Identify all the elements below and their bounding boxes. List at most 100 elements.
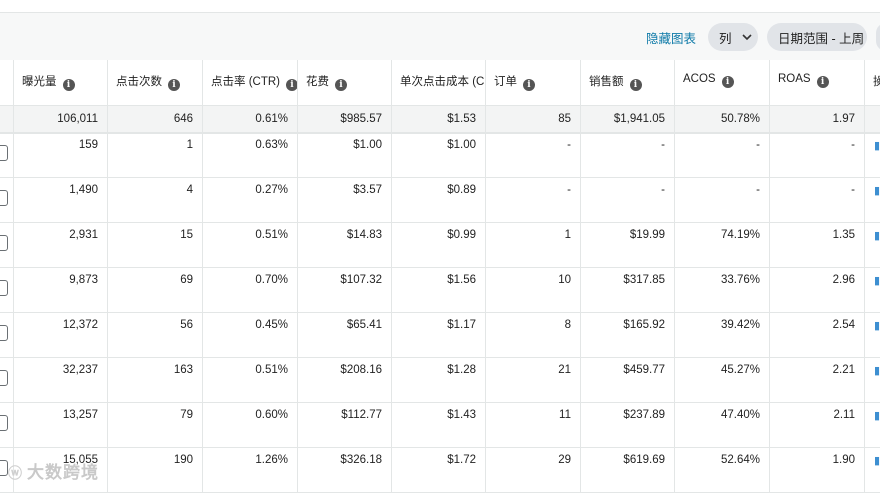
table-row: 9,873 69 0.70% $107.32 $1.56 10 $317.85 33.76% 2… [0,268,880,313]
table-cell: 0.27% [203,178,298,223]
table-cell: 4 [108,178,203,223]
table-cell: 2.96 [770,268,865,313]
table-row: 2,931 15 0.51% $14.83 $0.99 1 $19.99 74.19% 1.35… [0,223,880,268]
column-header-label: 点击率 (CTR) [211,76,280,88]
table-cell: 15 [108,223,203,268]
date-range-label: 日期范围 - 上周 [778,31,865,46]
table-cell: 21 [486,358,581,403]
column-header[interactable]: 点击次数 i [108,60,203,106]
table-cell: $19.99 [581,223,675,268]
table-cell: - [675,178,770,223]
column-header[interactable]: 曝光量 i [14,60,108,106]
bar-chart-icon[interactable]: ▮ [874,364,880,377]
column-header-label: 点击次数 [116,76,162,88]
info-circle-icon[interactable]: i [335,79,347,91]
table-cell: $3.57 [298,178,392,223]
bar-chart-icon[interactable]: ▮ [874,229,880,242]
table-cell: 0.51% [203,358,298,403]
table-row: 159 1 0.63% $1.00 $1.00- - - - ▮ [0,133,880,178]
table-cell: $0.99 [392,223,486,268]
column-header[interactable]: 操 [865,60,880,106]
info-circle-icon[interactable]: i [523,79,535,91]
column-header[interactable]: 订单 i [486,60,581,106]
row-action-cell: ▮ [865,178,880,223]
table-cell: 0.45% [203,313,298,358]
info-circle-icon[interactable]: i [62,79,75,91]
column-header-label: 销售额 [589,76,624,88]
bar-chart-icon[interactable]: ▮ [874,409,880,422]
row-select-cell [0,178,14,223]
column-header[interactable]: 销售额 i [581,60,675,106]
bar-chart-icon[interactable]: ▮ [874,274,880,287]
bar-chart-icon[interactable]: ▮ [874,454,880,467]
row-checkbox[interactable] [0,145,8,161]
column-header-label: ROAS [778,73,811,85]
column-header-label: ACOS [683,73,716,85]
bar-chart-icon[interactable]: ▮ [874,184,880,197]
row-select-cell [0,223,14,268]
table-cell: $1.28 [392,358,486,403]
table-cell: - [486,178,581,223]
bar-chart-icon[interactable]: ▮ [874,139,880,152]
info-circle-icon[interactable]: i [629,79,642,91]
table-cell: - [770,178,865,223]
row-action-cell: ▮ [865,268,880,313]
table-cell: 29 [486,448,581,493]
table-cell: 190 [108,448,203,493]
column-header-label: 单次点击成本 (CPC) [400,76,485,88]
column-header[interactable]: 单次点击成本 (CPC)i [392,60,486,106]
columns-button[interactable]: 列 [708,23,758,51]
row-checkbox[interactable] [0,370,8,386]
table-cell: 1.35 [770,223,865,268]
table-row: 1,490 4 0.27% $3.57 $0.89- - - - ▮ [0,178,880,223]
column-header[interactable]: 点击率 (CTR) i [203,60,298,106]
column-header[interactable]: ROAS i [770,60,865,106]
table-cell: 2.21 [770,358,865,403]
info-circle-icon[interactable]: i [721,76,734,88]
table-cell: $317.85 [581,268,675,313]
row-checkbox[interactable] [0,235,8,251]
table-cell: 10 [486,268,581,313]
info-circle-icon[interactable]: i [286,79,297,91]
table-cell: 2,931 [14,223,108,268]
hide-chart-link[interactable]: 隐藏图表 [646,28,696,47]
table-cell: $1,941.05 [581,106,675,133]
row-checkbox[interactable] [0,415,8,431]
table-cell: $1.72 [392,448,486,493]
table-cell: 52.64% [675,448,770,493]
watermark-text: 大数跨境 [27,463,99,482]
table-cell: $1.43 [392,403,486,448]
row-checkbox[interactable] [0,280,8,296]
table-cell: 1,490 [14,178,108,223]
column-header[interactable]: 花费 i [298,60,392,106]
table-cell: $1.00 [392,133,486,178]
table-cell: - [486,133,581,178]
row-action-cell [865,106,880,133]
bar-chart-icon[interactable]: ▮ [874,319,880,332]
info-circle-icon[interactable]: i [168,79,180,91]
table-cell: 79 [108,403,203,448]
table-cell: 47.40% [675,403,770,448]
more-options-button[interactable] [876,23,880,51]
table-cell: $1.00 [298,133,392,178]
table-cell: $985.57 [298,106,392,133]
table-cell: 0.60% [203,403,298,448]
table-cell: 56 [108,313,203,358]
row-checkbox[interactable] [0,460,8,476]
row-select-cell [0,268,14,313]
table-cell: $619.69 [581,448,675,493]
table-cell: 85 [486,106,581,133]
row-checkbox[interactable] [0,190,8,206]
table-toolbar: 隐藏图表 列 日期范围 - 上周 [0,12,880,60]
date-range-button[interactable]: 日期范围 - 上周 [767,23,867,51]
table-cell: 106,011 [14,106,108,133]
table-cell: 163 [108,358,203,403]
table-cell: $14.83 [298,223,392,268]
info-circle-icon[interactable]: i [816,76,829,88]
row-checkbox[interactable] [0,325,8,341]
table-row: 13,257 79 0.60% $112.77 $1.43 11 $237.89 47.40%… [0,403,880,448]
column-header[interactable]: ACOS i [675,60,770,106]
table-row: 12,372 56 0.45% $65.41 $1.17 8 $165.92 39.42% 2.… [0,313,880,358]
table-cell: 1 [486,223,581,268]
table-cell: 2.11 [770,403,865,448]
